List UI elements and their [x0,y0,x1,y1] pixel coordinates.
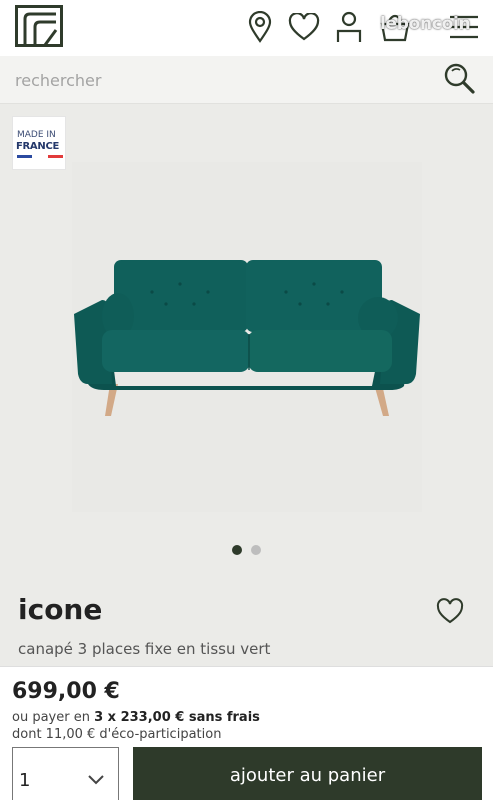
product-description: canapé 3 places fixe en tissu vert [18,640,271,658]
sofa-image [74,260,420,416]
store-locator-icon[interactable] [247,10,273,44]
add-to-cart-button[interactable]: ajouter au panier [133,747,482,800]
purchase-bar: 699,00 € ou payer en 3 x 233,00 € sans f… [0,666,493,800]
carousel-dot-2[interactable] [251,545,261,555]
made-in-france-badge: MADE IN FRANCE [12,116,66,170]
search-bar [0,56,493,104]
badge-line-2: FRANCE [16,141,60,152]
french-flag-icon [17,155,63,158]
chevron-down-icon [88,775,104,785]
brand-logo[interactable] [15,5,63,47]
eco-participation: dont 11,00 € d'éco-participation [12,727,222,742]
search-input[interactable] [15,66,415,94]
installment-value: 3 x 233,00 € sans frais [94,710,260,725]
product-title: icone [18,593,103,626]
add-to-favorites-icon[interactable] [436,598,464,624]
menu-icon[interactable] [447,10,481,44]
search-icon[interactable] [442,61,476,95]
header: leboncoin [0,0,493,56]
quantity-select[interactable]: 1 [12,747,119,800]
product-info: icone canapé 3 places fixe en tissu vert [0,567,493,666]
carousel-dots [232,545,261,555]
heart-icon[interactable] [287,10,321,44]
basket-icon[interactable] [377,10,413,44]
installment-info: ou payer en 3 x 233,00 € sans frais [12,710,260,725]
product-gallery[interactable]: MADE IN FRANCE [0,104,493,567]
carousel-dot-1[interactable] [232,545,242,555]
badge-line-1: MADE IN [17,130,56,140]
quantity-value: 1 [19,770,31,791]
price: 699,00 € [12,679,120,704]
account-icon[interactable] [334,10,364,44]
installment-prefix: ou payer en [12,710,90,725]
